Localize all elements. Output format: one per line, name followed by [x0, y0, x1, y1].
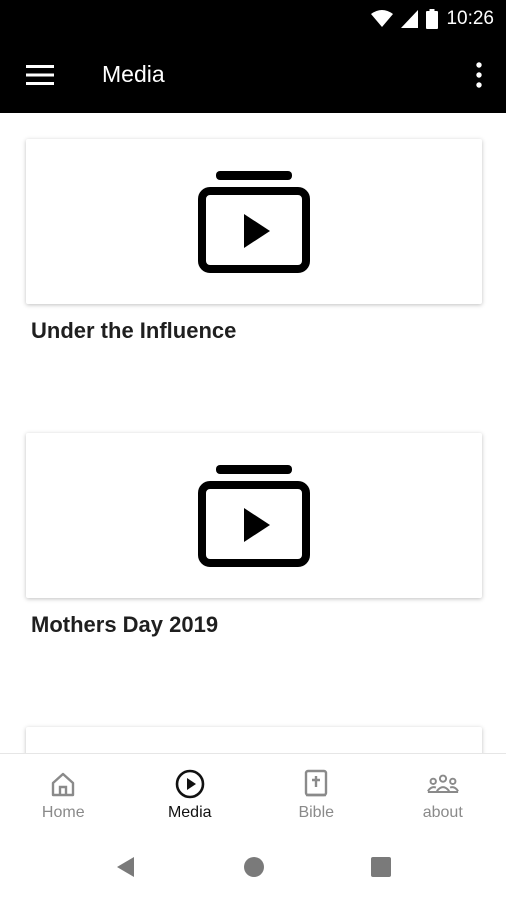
- recents-button[interactable]: [369, 855, 393, 879]
- home-icon: [47, 768, 79, 800]
- media-thumbnail-card[interactable]: [26, 433, 482, 598]
- nav-label: about: [422, 804, 463, 821]
- video-library-icon: [198, 170, 310, 273]
- media-title[interactable]: Mothers Day 2019: [31, 612, 482, 638]
- hamburger-icon: [26, 65, 54, 85]
- app-bar: Media: [0, 37, 506, 113]
- media-title[interactable]: Under the Influence: [31, 318, 482, 344]
- system-navigation-bar: [0, 833, 506, 900]
- nav-label: Home: [41, 804, 85, 821]
- media-list[interactable]: Under the Influence Mothers Day 2019: [0, 113, 506, 753]
- media-thumbnail-card[interactable]: [26, 727, 482, 753]
- wifi-icon: [371, 9, 394, 27]
- bottom-navigation: Home Media Bible about: [0, 753, 506, 833]
- page-title: Media: [102, 61, 165, 87]
- list-item[interactable]: Mothers Day 2019: [26, 433, 482, 638]
- nav-label: Bible: [298, 804, 335, 821]
- nav-item-about[interactable]: about: [380, 754, 506, 833]
- media-thumbnail-card[interactable]: [26, 139, 482, 304]
- nav-item-media[interactable]: Media: [127, 754, 254, 833]
- status-icons: 10:26: [371, 0, 494, 37]
- overflow-menu-button[interactable]: [474, 60, 484, 90]
- back-button[interactable]: [114, 855, 138, 879]
- bible-icon: [300, 768, 332, 800]
- recents-square-icon: [371, 857, 391, 877]
- nav-item-bible[interactable]: Bible: [253, 754, 380, 833]
- back-triangle-icon: [117, 857, 134, 877]
- cell-signal-icon: [401, 9, 419, 28]
- home-circle-icon: [244, 857, 264, 877]
- list-item[interactable]: [26, 727, 482, 753]
- more-vert-icon: [476, 62, 482, 88]
- play-circle-icon: [174, 768, 206, 800]
- list-item[interactable]: Under the Influence: [26, 139, 482, 344]
- home-system-button[interactable]: [242, 855, 266, 879]
- menu-button[interactable]: [26, 64, 54, 86]
- status-time: 10:26: [446, 7, 494, 29]
- nav-item-home[interactable]: Home: [0, 754, 127, 833]
- video-library-icon: [198, 464, 310, 567]
- status-bar: 10:26: [0, 0, 506, 37]
- people-icon: [426, 768, 459, 800]
- battery-icon: [426, 8, 439, 29]
- nav-label: Media: [167, 804, 212, 821]
